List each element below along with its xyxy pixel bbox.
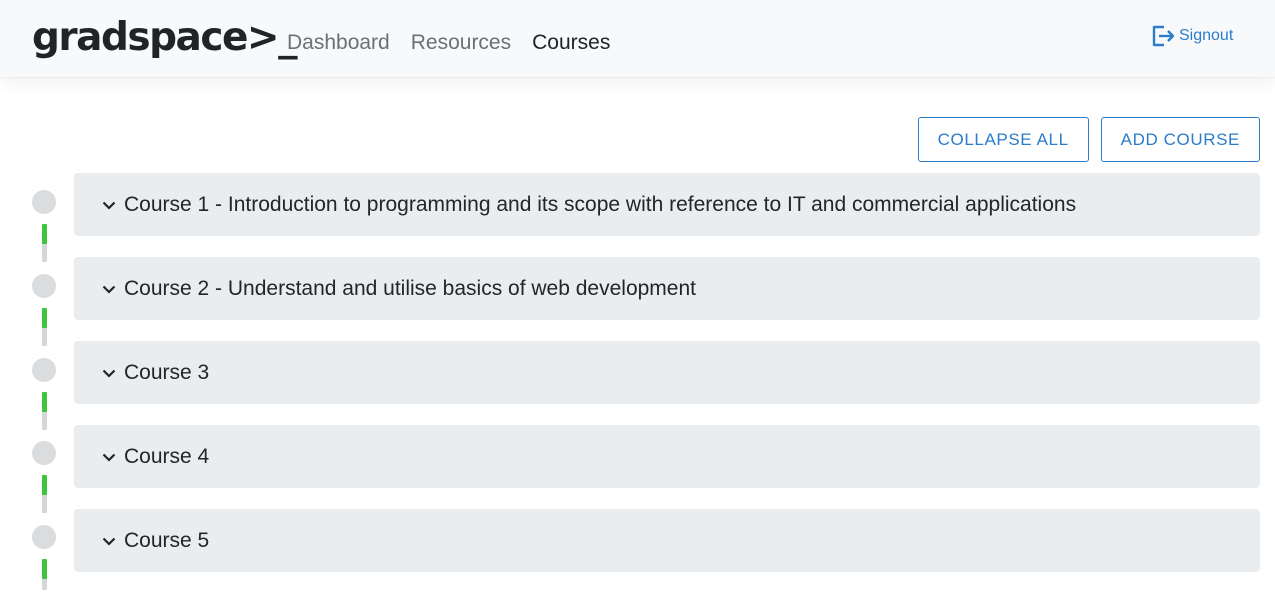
- timeline-progress: [42, 392, 47, 412]
- timeline-progress: [42, 308, 47, 328]
- timeline-dot: [32, 358, 56, 382]
- nav-dashboard[interactable]: Dashboard: [287, 29, 390, 57]
- course-title: Course 5: [124, 528, 210, 552]
- timeline-dot: [32, 190, 56, 214]
- signout-icon: [1152, 25, 1175, 47]
- course-toolbar: COLLAPSE ALL ADD COURSE: [917, 117, 1260, 162]
- course-accordion-1[interactable]: Course 1 - Introduction to programming a…: [74, 173, 1260, 236]
- gradspace-logo[interactable]: gradspace>_: [32, 13, 298, 63]
- chevron-down-icon: [102, 369, 116, 378]
- course-title: Course 2 - Understand and utilise basics…: [124, 276, 696, 300]
- timeline-dot: [32, 525, 56, 549]
- timeline-progress: [42, 559, 47, 579]
- course-title: Course 3: [124, 360, 210, 384]
- chevron-down-icon: [102, 453, 116, 462]
- timeline-progress: [42, 475, 47, 495]
- chevron-down-icon: [102, 537, 116, 546]
- timeline-dot: [32, 274, 56, 298]
- signout-label: Signout: [1179, 27, 1234, 44]
- course-accordion-3[interactable]: Course 3: [74, 341, 1260, 404]
- nav-courses[interactable]: Courses: [532, 29, 610, 57]
- add-course-button[interactable]: ADD COURSE: [1100, 117, 1260, 162]
- course-title: Course 4: [124, 444, 210, 468]
- main-nav: Dashboard Resources Courses: [287, 29, 610, 57]
- chevron-down-icon: [102, 201, 116, 210]
- timeline-progress: [42, 224, 47, 244]
- collapse-all-button[interactable]: COLLAPSE ALL: [917, 117, 1089, 162]
- course-title: Course 1 - Introduction to programming a…: [124, 192, 1077, 216]
- course-list: Course 1 - Introduction to programming a…: [74, 173, 1260, 593]
- course-accordion-5[interactable]: Course 5: [74, 509, 1260, 572]
- course-timeline: [31, 190, 57, 590]
- chevron-down-icon: [102, 285, 116, 294]
- signout-button[interactable]: Signout: [1150, 23, 1233, 49]
- course-accordion-4[interactable]: Course 4: [74, 425, 1260, 488]
- course-accordion-2[interactable]: Course 2 - Understand and utilise basics…: [74, 257, 1260, 320]
- timeline-dot: [32, 441, 56, 465]
- top-header: gradspace>_ Dashboard Resources Courses …: [0, 0, 1275, 77]
- nav-resources[interactable]: Resources: [411, 29, 511, 57]
